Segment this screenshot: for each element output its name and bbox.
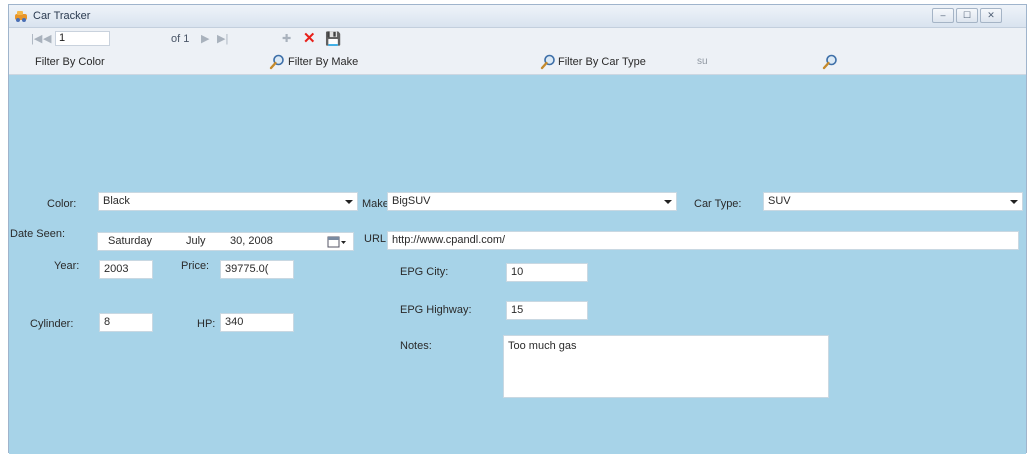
title-bar: Car Tracker – ☐ ✕ <box>9 5 1026 28</box>
date-seen-picker[interactable]: Saturday July 30, 2008 <box>97 232 354 251</box>
filter-by-color-button[interactable]: Filter By Color <box>35 56 105 68</box>
notes-field[interactable]: Too much gas <box>503 335 829 398</box>
count-label: of 1 <box>171 33 190 45</box>
filter-by-car-type-button[interactable]: Filter By Car Type <box>558 56 646 68</box>
save-icon[interactable]: 💾 <box>325 31 341 47</box>
add-new-icon[interactable]: ✚ <box>282 31 291 47</box>
date-seen-label: Date Seen: <box>10 228 66 240</box>
color-value: Black <box>103 195 130 207</box>
search-icon[interactable] <box>822 54 838 70</box>
epg-highway-label: EPG Highway: <box>400 304 472 316</box>
url-label: URL: <box>364 233 390 245</box>
position-input[interactable]: 1 <box>55 31 110 46</box>
binding-navigator: |◀ ◀ 1 of 1 ▶ ▶| ✚ ✕ 💾 <box>9 28 1026 50</box>
year-label: Year: <box>54 260 80 272</box>
app-icon <box>15 11 27 22</box>
car-type-filter-input[interactable]: su <box>697 54 817 69</box>
color-combobox[interactable]: Black <box>98 192 358 211</box>
search-icon[interactable] <box>540 54 556 70</box>
epg-highway-field[interactable]: 15 <box>506 301 588 320</box>
chevron-down-icon <box>664 200 672 204</box>
chevron-down-icon <box>345 200 353 204</box>
car-type-value: SUV <box>768 195 791 207</box>
price-field[interactable]: 39775.0( <box>220 260 294 279</box>
price-label: Price: <box>181 260 210 272</box>
close-button[interactable]: ✕ <box>980 8 1002 23</box>
window-title: Car Tracker <box>33 10 91 22</box>
car-type-label: Car Type: <box>694 198 742 210</box>
minimize-button[interactable]: – <box>932 8 954 23</box>
car-tracker-window: Car Tracker – ☐ ✕ |◀ ◀ 1 of 1 ▶ ▶| ✚ ✕ 💾… <box>8 4 1027 454</box>
hp-field[interactable]: 340 <box>220 313 294 332</box>
car-type-combobox[interactable]: SUV <box>763 192 1023 211</box>
cylinders-field[interactable]: 8 <box>99 313 153 332</box>
url-field[interactable]: http://www.cpandl.com/ <box>387 231 1019 250</box>
date-day: Saturday <box>108 235 153 247</box>
search-icon[interactable] <box>269 54 285 70</box>
cylinders-label: Cylinder: <box>30 318 74 330</box>
date-date: 30, 2008 <box>230 235 273 247</box>
year-field[interactable]: 2003 <box>99 260 153 279</box>
epg-city-label: EPG City: <box>400 266 449 278</box>
move-first-icon[interactable]: |◀ <box>31 31 42 47</box>
calendar-icon[interactable] <box>327 235 347 249</box>
color-label: Color: <box>47 198 77 210</box>
make-value: BigSUV <box>392 195 431 207</box>
date-month: July <box>186 235 206 247</box>
car-form: Color: Black Make: BigSUV Car Type: SUV … <box>9 75 1026 454</box>
chevron-down-icon <box>1010 200 1018 204</box>
make-combobox[interactable]: BigSUV <box>387 192 677 211</box>
epg-city-field[interactable]: 10 <box>506 263 588 282</box>
move-last-icon[interactable]: ▶| <box>217 31 228 47</box>
hp-label: HP: <box>197 318 216 330</box>
filter-toolbar: Filter By Color Filter By Make Filter By… <box>9 50 1026 75</box>
maximize-button[interactable]: ☐ <box>956 8 978 23</box>
notes-label: Notes: <box>400 340 432 352</box>
move-previous-icon[interactable]: ◀ <box>43 31 51 47</box>
move-next-icon[interactable]: ▶ <box>201 31 209 47</box>
filter-by-make-button[interactable]: Filter By Make <box>288 56 358 68</box>
delete-icon[interactable]: ✕ <box>303 31 316 47</box>
